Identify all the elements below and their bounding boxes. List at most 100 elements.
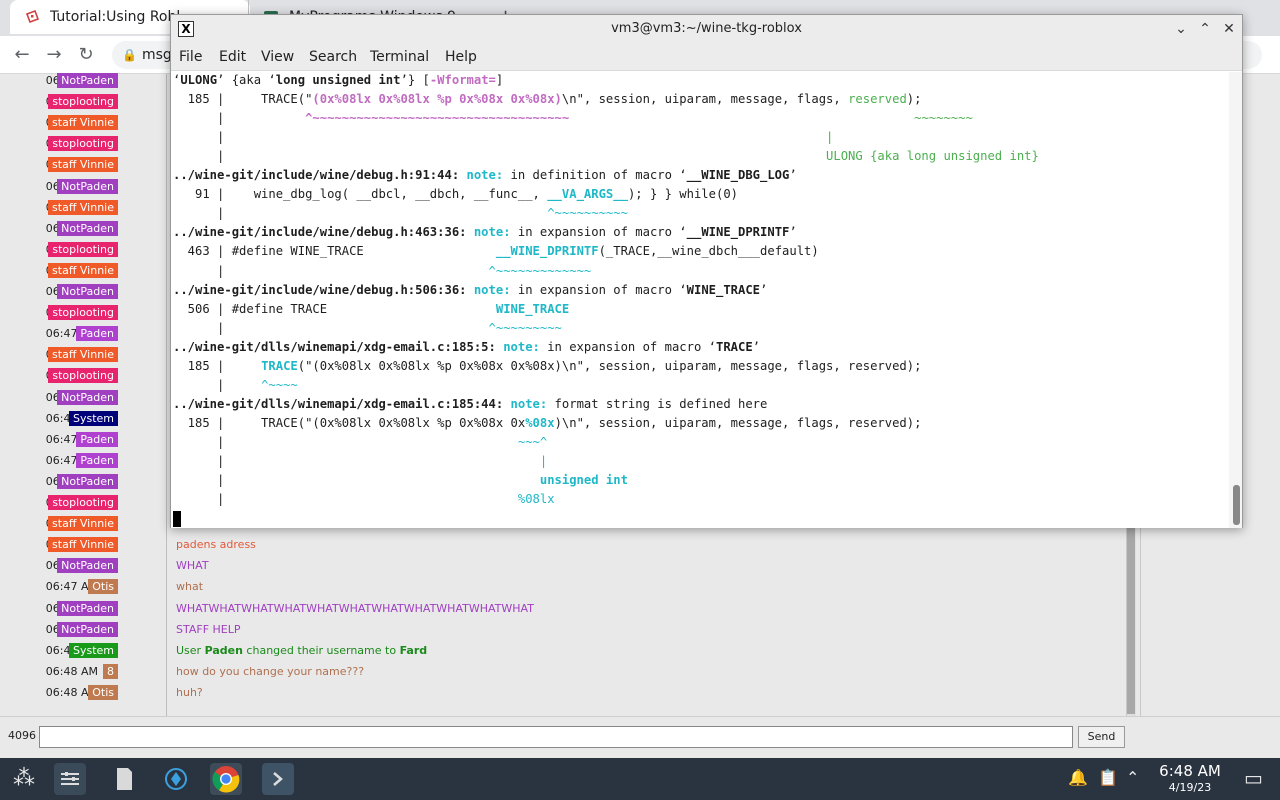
clock[interactable]: 6:48 AM 4/19/23 xyxy=(1150,762,1230,795)
forward-arrow-icon[interactable]: → xyxy=(42,43,66,67)
chat-row: 06:47 AM Otis what xyxy=(0,576,1128,597)
terminal-line: | | xyxy=(173,454,548,468)
file-icon[interactable] xyxy=(108,763,140,795)
terminal-line: | | xyxy=(173,130,834,145)
menu-edit[interactable]: Edit xyxy=(219,43,246,71)
chat-row: 06:48 AM 8 how do you change your name??? xyxy=(0,661,1128,682)
send-button[interactable]: Send xyxy=(1078,726,1125,748)
terminal-line: 506 | #define TRACE WINE_TRACE xyxy=(173,301,570,316)
menu-file[interactable]: File xyxy=(179,43,202,71)
terminal-line: ../wine-git/include/wine/debug.h:506:36:… xyxy=(173,282,768,297)
chat-username-badge[interactable]: staff Vinnie xyxy=(48,157,118,173)
menu-help[interactable]: Help xyxy=(445,43,477,71)
chat-row: 06:47 AMNotPadenWHATWHATWHATWHATWHATWHAT… xyxy=(0,598,1128,619)
chat-username-badge[interactable]: stoplooting xyxy=(48,94,118,110)
chat-scroll-thumb[interactable] xyxy=(1127,524,1135,714)
chat-username-badge[interactable]: System xyxy=(68,410,118,426)
menu-search[interactable]: Search xyxy=(309,43,357,71)
menu-terminal[interactable]: Terminal xyxy=(370,43,429,71)
chat-timestamp: 06:47 AM xyxy=(45,580,98,594)
terminal-line: | ^~~~~ xyxy=(173,377,298,392)
chat-username-badge[interactable]: 8 xyxy=(103,663,118,679)
chat-timestamp: 06:48 AM xyxy=(45,685,98,699)
chat-message: what xyxy=(176,580,204,594)
chat-username-badge[interactable]: Paden xyxy=(76,326,118,342)
terminal-line: | ^~~~~~~~~~~~~~ xyxy=(173,263,592,278)
discover-store-icon[interactable] xyxy=(160,763,192,795)
close-icon[interactable]: ✕ xyxy=(1219,19,1239,39)
minimize-chevron-icon[interactable]: ⌄ xyxy=(1171,19,1191,39)
roblox-tab-icon xyxy=(25,9,40,24)
chat-username-badge[interactable]: NotPaden xyxy=(57,73,118,88)
chat-username-badge[interactable]: NotPaden xyxy=(57,389,118,405)
chat-username-badge[interactable]: stoplooting xyxy=(48,495,118,510)
clock-time: 6:48 AM xyxy=(1159,762,1221,780)
terminal-line: 185 | TRACE("(0x%08lx 0x%08lx %p 0x%08x … xyxy=(173,92,922,107)
terminal-line: ../wine-git/include/wine/debug.h:463:36:… xyxy=(173,225,797,240)
terminal-app-icon[interactable] xyxy=(262,763,294,795)
chat-username-badge[interactable]: System xyxy=(68,642,118,658)
terminal-title: vm3@vm3:~/wine-tkg-roblox xyxy=(611,21,802,36)
notifications-bell-icon[interactable]: 🔔 xyxy=(1068,768,1088,787)
terminal-titlebar[interactable]: X vm3@vm3:~/wine-tkg-roblox ⌄ ⌃ ✕ xyxy=(171,15,1242,43)
terminal-window[interactable]: X vm3@vm3:~/wine-tkg-roblox ⌄ ⌃ ✕ File E… xyxy=(170,14,1243,528)
back-arrow-icon[interactable]: ← xyxy=(10,43,34,67)
chat-message: how do you change your name??? xyxy=(176,664,365,678)
terminal-line: 91 | wine_dbg_log( __dbcl, __dbch, __fun… xyxy=(173,187,738,202)
chat-username-badge[interactable]: Otis xyxy=(88,684,118,700)
chat-timestamp: 06:48 AM xyxy=(45,664,98,678)
chat-username-badge[interactable]: Otis xyxy=(88,579,118,595)
chat-username-badge[interactable]: stoplooting xyxy=(48,136,118,152)
chat-username-badge[interactable]: stoplooting xyxy=(48,368,118,384)
terminal-line: | ^~~~~~~~~~~~~~~~~~~~~~~~~~~~~~~~~~~~ ~… xyxy=(173,111,973,126)
terminal-line: 185 | TRACE("(0x%08lx 0x%08lx %p 0x%08x … xyxy=(173,358,922,373)
show-desktop-icon[interactable]: ▭ xyxy=(1244,766,1263,790)
chat-username-badge[interactable]: NotPaden xyxy=(57,178,118,194)
maximize-chevron-icon[interactable]: ⌃ xyxy=(1195,19,1215,39)
char-count: 4096 xyxy=(8,729,36,742)
chat-row: 06:48 AMSystemUser Paden changed their u… xyxy=(0,640,1128,661)
chat-username-badge[interactable]: NotPaden xyxy=(57,473,118,489)
chat-username-badge[interactable]: stoplooting xyxy=(48,241,118,257)
chat-username-badge[interactable]: staff Vinnie xyxy=(48,115,118,131)
terminal-scrollbar[interactable] xyxy=(1229,72,1242,528)
chat-row: 06:47 AMstaff Vinniepadens adress xyxy=(0,534,1128,555)
terminal-line: | ^~~~~~~~~~ xyxy=(173,320,562,335)
chat-row: 06:48 AMNotPadenSTAFF HELP xyxy=(0,619,1128,640)
chat-username-badge[interactable]: staff Vinnie xyxy=(48,199,118,215)
chrome-icon[interactable] xyxy=(210,763,242,795)
chat-username-badge[interactable]: staff Vinnie xyxy=(48,537,118,553)
address-text: msg xyxy=(142,47,172,63)
terminal-line: | ^~~~~~~~~~~ xyxy=(173,206,628,221)
chat-row: 06:48 AM Otis huh? xyxy=(0,682,1128,703)
chat-message: STAFF HELP xyxy=(176,622,241,636)
reload-icon[interactable]: ↻ xyxy=(74,43,98,67)
chat-username-badge[interactable]: stoplooting xyxy=(48,305,118,321)
chat-message: WHATWHATWHATWHATWHATWHATWHATWHATWHATWHAT… xyxy=(176,601,534,615)
menu-view[interactable]: View xyxy=(261,43,294,71)
chat-username-badge[interactable]: staff Vinnie xyxy=(48,347,118,363)
lock-icon: 🔒 xyxy=(122,48,137,62)
chat-username-badge[interactable]: NotPaden xyxy=(57,284,118,299)
chat-username-badge[interactable]: NotPaden xyxy=(57,600,118,616)
chat-username-badge[interactable]: Paden xyxy=(76,431,118,447)
terminal-line: ../wine-git/include/wine/debug.h:91:44: … xyxy=(173,168,797,183)
terminal-scroll-thumb[interactable] xyxy=(1233,485,1240,525)
settings-sliders-icon[interactable] xyxy=(54,763,86,795)
chat-username-badge[interactable]: Paden xyxy=(76,452,118,468)
terminal-cursor xyxy=(173,510,181,527)
chat-username-badge[interactable]: staff Vinnie xyxy=(48,262,118,278)
tab-title: Tutorial:Using Robl xyxy=(50,9,181,25)
clock-date: 4/19/23 xyxy=(1168,781,1212,794)
chat-username-badge[interactable]: staff Vinnie xyxy=(48,516,118,532)
chat-username-badge[interactable]: NotPaden xyxy=(57,621,118,637)
chat-message: huh? xyxy=(176,685,203,699)
clipboard-icon[interactable]: 📋 xyxy=(1098,768,1118,787)
terminal-line: 463 | #define WINE_TRACE __WINE_DPRINTF(… xyxy=(173,244,819,259)
app-launcher-icon[interactable]: ⁂ xyxy=(8,763,40,795)
tray-expand-chevron-icon[interactable]: ⌃ xyxy=(1126,768,1139,787)
chat-username-badge[interactable]: NotPaden xyxy=(57,220,118,236)
chat-username-badge[interactable]: NotPaden xyxy=(57,558,118,574)
chat-message-input[interactable] xyxy=(39,726,1073,748)
terminal-output[interactable]: ‘ULONG’ {aka ‘long unsigned int’} [-Wfor… xyxy=(171,72,1229,528)
